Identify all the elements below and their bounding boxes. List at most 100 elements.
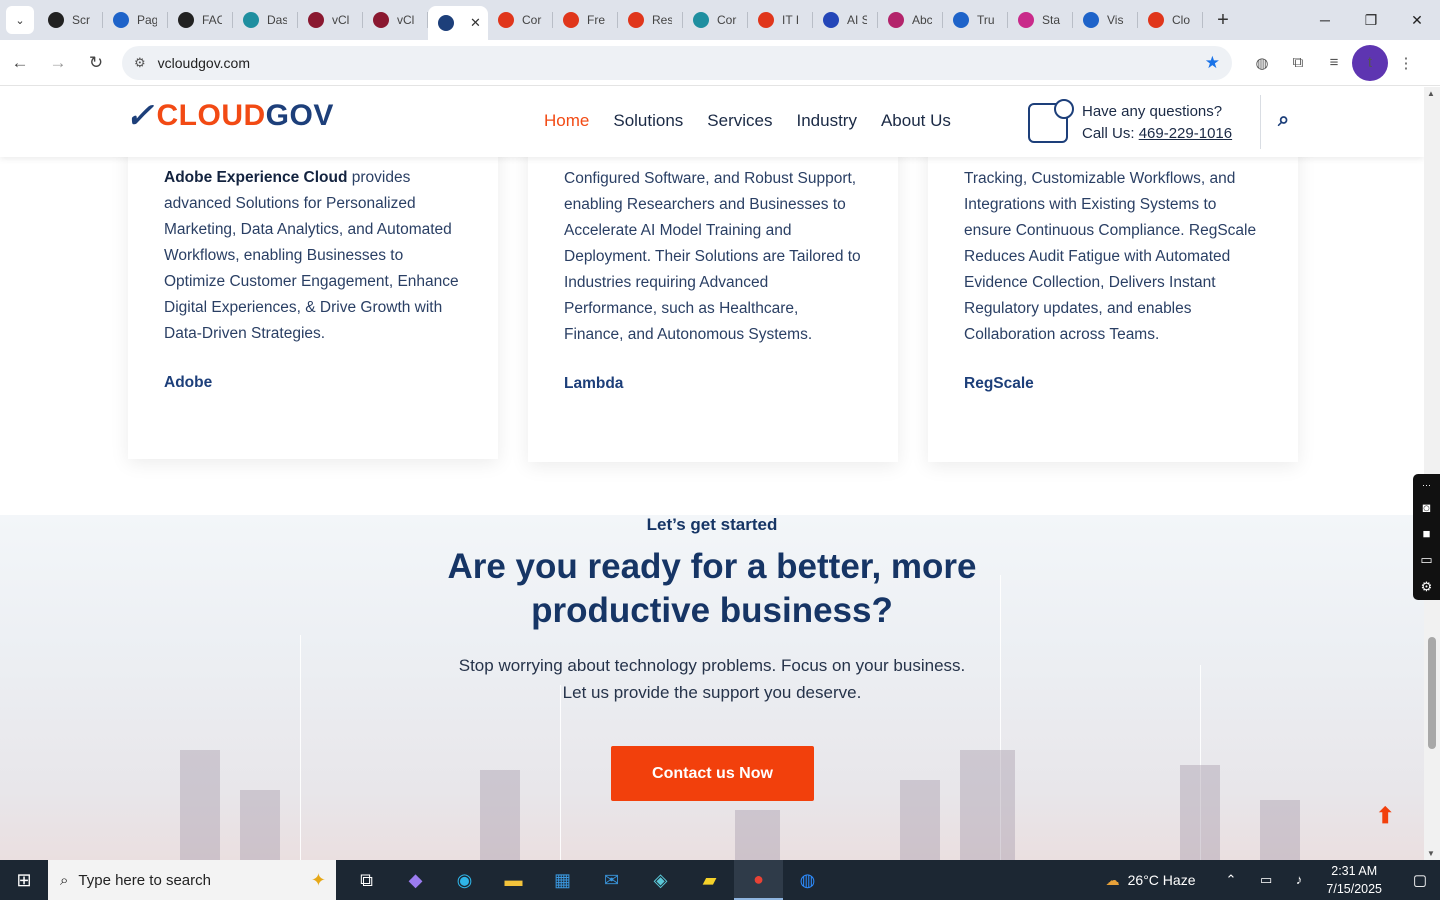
settings-gear-icon[interactable]: ⚙	[1421, 573, 1433, 600]
decor-line	[560, 685, 561, 860]
card-partner-name[interactable]: Lambda	[564, 375, 862, 393]
restore-icon[interactable]: ❐	[1348, 0, 1394, 40]
window-capture-icon[interactable]: ▭	[1420, 547, 1432, 574]
task-view-icon[interactable]: ⧉	[342, 860, 391, 900]
search-icon[interactable]: ⌕	[1278, 109, 1289, 132]
nav-link-about-us[interactable]: About Us	[881, 111, 951, 131]
browser-tab[interactable]: Res	[618, 0, 683, 40]
url-text[interactable]: vcloudgov.com	[158, 55, 1205, 71]
forward-icon[interactable]: →	[40, 45, 76, 81]
translate-icon[interactable]: ◍	[1244, 45, 1280, 81]
bookmark-star-icon[interactable]: ★	[1205, 53, 1220, 73]
video-icon[interactable]: ■	[1423, 520, 1431, 547]
browser-tab[interactable]: Pag	[103, 0, 168, 40]
back-icon[interactable]: ←	[2, 45, 38, 81]
scrollbar-thumb[interactable]	[1428, 637, 1436, 749]
scroll-up-arrow-icon[interactable]: ▲	[1427, 89, 1435, 98]
browser-tab[interactable]: Scr	[38, 0, 103, 40]
nav-link-solutions[interactable]: Solutions	[613, 111, 683, 131]
browser-tab[interactable]: Clo	[1138, 0, 1203, 40]
site-info-icon[interactable]: ⚙	[134, 55, 146, 71]
tab-close-icon[interactable]: ✕	[470, 15, 481, 31]
browser-tab[interactable]: Cor	[683, 0, 748, 40]
scroll-down-arrow-icon[interactable]: ▼	[1427, 849, 1435, 858]
browser-tab[interactable]: vCl	[363, 0, 428, 40]
tab-title: Tru	[977, 13, 995, 27]
decor-building	[1260, 800, 1300, 860]
decor-building	[900, 780, 940, 860]
page-viewport: Adobe Experience Cloud provides advanced…	[0, 87, 1424, 860]
browser-tab[interactable]: vCl	[298, 0, 363, 40]
contact-question: Have any questions?	[1082, 103, 1223, 120]
edge-browser-icon[interactable]: ◉	[440, 860, 489, 900]
card-description-bold: Adobe Experience Cloud	[164, 169, 348, 186]
mail-icon[interactable]: ✉	[587, 860, 636, 900]
logo-check-icon: ✓	[122, 97, 162, 135]
camera-icon[interactable]: ◙	[1423, 494, 1431, 521]
reload-icon[interactable]: ↻	[78, 45, 114, 81]
microsoft-store-icon[interactable]: ▦	[538, 860, 587, 900]
tab-favicon-icon	[373, 12, 389, 28]
tab-favicon-icon	[498, 12, 514, 28]
tab-title: Abc	[912, 13, 932, 27]
tab-title: vCl	[332, 13, 350, 27]
file-explorer-icon[interactable]: ▬	[489, 860, 538, 900]
contact-us-button[interactable]: Contact us Now	[611, 746, 814, 801]
cta-subtitle: Stop worrying about technology problems.…	[0, 652, 1424, 706]
browser-tab[interactable]: Vis	[1073, 0, 1138, 40]
tab-search-button[interactable]: ⌄	[6, 6, 34, 34]
tab-list: Scr Pag FAC Das vCl vCl ✕ Cor Fre Res Cor IT I AI S A…	[38, 0, 1203, 40]
browser-tab[interactable]: Sta	[1008, 0, 1073, 40]
capture-tool-panel: ⋯ ◙ ■ ▭ ⚙	[1413, 474, 1440, 600]
tab-favicon-icon	[563, 12, 579, 28]
browser-tab[interactable]: Tru	[943, 0, 1008, 40]
browser-tab[interactable]: ✕	[428, 6, 488, 40]
tool-options-icon[interactable]: ⋯	[1422, 478, 1431, 494]
tab-favicon-icon	[758, 12, 774, 28]
notification-icon[interactable]: ▢	[1400, 871, 1440, 889]
cta-subtitle-line: Stop worrying about technology problems.…	[458, 656, 966, 675]
zoom-app-icon[interactable]: ◍	[783, 860, 832, 900]
card-partner-name[interactable]: RegScale	[964, 375, 1262, 393]
nav-link-industry[interactable]: Industry	[796, 111, 856, 131]
nav-link-services[interactable]: Services	[707, 111, 772, 131]
address-bar[interactable]: ⚙ vcloudgov.com ★	[122, 45, 1232, 80]
card-partner-name[interactable]: Adobe	[164, 374, 462, 392]
scroll-to-top-icon[interactable]: ⬆	[1376, 803, 1394, 829]
taskbar-clock[interactable]: 2:31 AM 7/15/2025	[1326, 862, 1382, 898]
browser-tab[interactable]: Abc	[878, 0, 943, 40]
browser-tab[interactable]: Cor	[488, 0, 553, 40]
browser-tab[interactable]: Fre	[553, 0, 618, 40]
decor-building	[480, 770, 520, 860]
cta-subtitle-line: Let us provide the support you deserve.	[562, 683, 862, 702]
phone-link[interactable]: 469-229-1016	[1139, 125, 1232, 142]
cta-title-line: productive business?	[531, 591, 893, 630]
close-window-icon[interactable]: ✕	[1394, 0, 1440, 40]
copilot-app-icon[interactable]: ◆	[391, 860, 440, 900]
tab-title: Vis	[1107, 13, 1124, 27]
media-control-icon[interactable]: ≡	[1316, 45, 1352, 81]
taskbar-apps: ⧉ ◆ ◉ ▬ ▦ ✉ ◈ ▰ ● ◍	[342, 860, 832, 900]
browser-tab[interactable]: IT I	[748, 0, 813, 40]
cloudgov-logo[interactable]: ✓ CLOUDGOV	[123, 97, 334, 135]
weather-text: 26°C Haze	[1127, 872, 1196, 888]
profile-button[interactable]: t	[1352, 44, 1388, 81]
decor-building	[180, 750, 220, 860]
logo-wordmark: CLOUDGOV	[157, 99, 334, 133]
windows-start-icon[interactable]: ⊞	[0, 860, 48, 900]
browser-tab[interactable]: AI S	[813, 0, 878, 40]
nav-link-home[interactable]: Home	[544, 111, 589, 131]
tray-icons[interactable]: ⌃ ▭ ♪	[1225, 872, 1312, 888]
extensions-icon[interactable]: ⧉	[1280, 45, 1316, 81]
header-divider	[1260, 95, 1261, 149]
weather-widget[interactable]: ☁ 26°C Haze	[1106, 872, 1196, 889]
minimize-icon[interactable]: ─	[1302, 0, 1348, 40]
taskbar-search[interactable]: ⌕ Type here to search ✦	[48, 860, 336, 900]
browser-tab[interactable]: Das	[233, 0, 298, 40]
chrome-browser-icon[interactable]: ●	[734, 860, 783, 900]
app-diamond-icon[interactable]: ◈	[636, 860, 685, 900]
new-tab-button[interactable]: +	[1209, 6, 1237, 34]
menu-dots-icon[interactable]: ⋮	[1388, 45, 1424, 81]
sticky-notes-icon[interactable]: ▰	[685, 860, 734, 900]
browser-tab[interactable]: FAC	[168, 0, 233, 40]
